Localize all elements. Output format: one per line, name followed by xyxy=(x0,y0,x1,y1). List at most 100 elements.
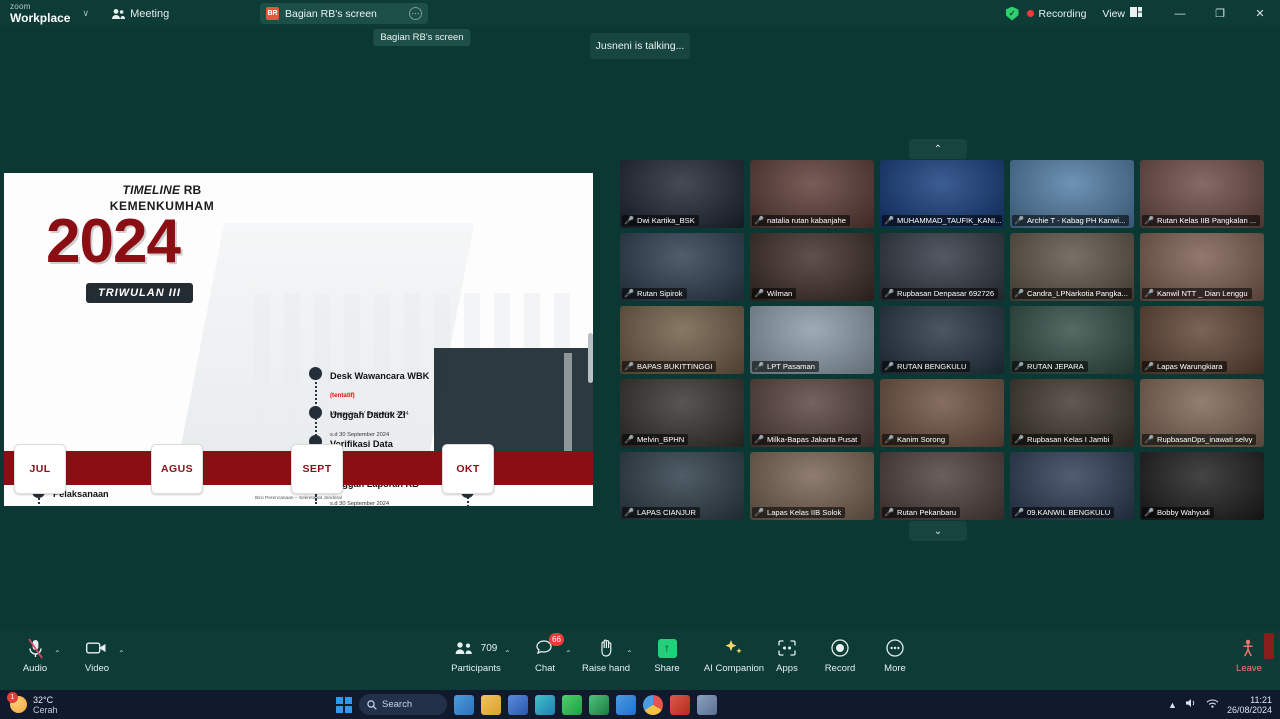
record-button[interactable]: Record xyxy=(813,637,867,674)
taskbar-app-explorer-icon[interactable] xyxy=(481,694,501,715)
participant-tile[interactable]: 🎤 Lapas Kelas IIB Solok xyxy=(750,452,874,520)
chat-button[interactable]: 66 Chat xyxy=(518,633,572,674)
maximize-button[interactable]: ❐ xyxy=(1200,0,1240,27)
participants-button[interactable]: 709 Participants xyxy=(444,637,508,674)
share-screen-button[interactable]: ↑ Share xyxy=(640,637,694,674)
participant-tile[interactable]: 🎤 Wilman xyxy=(750,233,874,301)
month-label-jul: JUL xyxy=(14,444,66,494)
participant-name-text: Melvin_BPHN xyxy=(636,435,685,444)
participant-name-text: Dwi Kartika_BSK xyxy=(636,216,695,225)
windows-start-icon[interactable] xyxy=(336,696,352,713)
timeline-item: Verifikasi Data Dukung RKT RB 1-8 Septem… xyxy=(309,505,401,506)
participant-name-label: 🎤 Wilman xyxy=(752,288,797,299)
chat-unread-badge: 66 xyxy=(549,633,564,646)
gallery-scroll-down-button[interactable]: ⌄ xyxy=(909,521,967,541)
taskbar-weather-widget[interactable]: 1 32°C Cerah xyxy=(7,692,58,715)
taskbar-app-word-icon[interactable] xyxy=(508,694,528,715)
participant-tile[interactable]: 🎤 LPT Pasaman xyxy=(750,306,874,374)
participant-tile[interactable]: 🎤 Dwi Kartika_BSK xyxy=(620,160,744,228)
camera-icon xyxy=(70,637,124,659)
taskbar-app-folder-icon[interactable] xyxy=(697,694,717,715)
mic-muted-icon: 🎤 xyxy=(1144,508,1154,517)
share-label: Share xyxy=(654,663,680,674)
workplace-dropdown-icon[interactable]: ∨ xyxy=(82,8,89,19)
weather-notification-badge: 1 xyxy=(7,692,18,703)
security-shield-icon[interactable]: ✓ xyxy=(1005,6,1019,21)
active-speaker-toast: Jusneni is talking... xyxy=(590,33,690,59)
participant-tile[interactable]: 🎤 Kanim Sorong xyxy=(880,379,1004,447)
participant-tile[interactable]: 🎤 Rutan Kelas IIB Pangkalan ... xyxy=(1140,160,1264,228)
share-more-icon[interactable]: ⋯ xyxy=(409,7,422,20)
taskbar-clock[interactable]: 11:21 26/08/2024 xyxy=(1227,695,1272,715)
minimize-button[interactable]: — xyxy=(1160,0,1200,27)
participant-tile[interactable]: 🎤 09.KANWIL BENGKULU xyxy=(1010,452,1134,520)
leave-label: Leave xyxy=(1236,663,1262,674)
tray-chevron-icon[interactable]: ▲ xyxy=(1168,700,1177,710)
participant-tile[interactable]: 🎤 RUTAN JEPARA xyxy=(1010,306,1134,374)
taskbar-app-excel-icon[interactable] xyxy=(589,694,609,715)
participants-count: 709 xyxy=(480,642,498,654)
ai-companion-button[interactable]: AI Companion xyxy=(700,637,768,674)
taskbar-app-chrome-icon[interactable] xyxy=(643,694,663,715)
timeline-dot-icon xyxy=(309,367,322,380)
taskbar-app-pdf-icon[interactable] xyxy=(670,694,690,715)
participant-tile[interactable]: 🎤 Rutan Sipirok xyxy=(620,233,744,301)
taskbar-app-widgets-icon[interactable] xyxy=(454,694,474,715)
taskbar-search-box[interactable]: Search xyxy=(359,694,447,715)
mic-muted-icon: 🎤 xyxy=(624,508,634,517)
shared-screen-content[interactable]: TIMELINE RB KEMENKUMHAM 2024 TRIWULAN II… xyxy=(4,173,593,506)
taskbar-app-zoom-icon[interactable] xyxy=(616,694,636,715)
recording-indicator[interactable]: Recording xyxy=(1026,8,1086,20)
gallery-scroll-up-button[interactable]: ⌃ xyxy=(909,139,967,159)
chat-icon: 66 xyxy=(518,633,572,659)
mic-muted-icon: 🎤 xyxy=(754,508,764,517)
chat-options-caret-icon[interactable]: ⌃ xyxy=(565,649,572,658)
participant-tile[interactable]: 🎤 Melvin_BPHN xyxy=(620,379,744,447)
meeting-toolbar: Audio ⌃ Video ⌃ 709 Participants ⌃ 66 Ch… xyxy=(0,629,1280,690)
participant-tile[interactable]: 🎤 Candra_LPNarkotia Pangka... xyxy=(1010,233,1134,301)
apps-button[interactable]: Apps xyxy=(760,637,814,674)
participant-tile[interactable]: 🎤 RUTAN BENGKULU xyxy=(880,306,1004,374)
taskbar-app-whatsapp-icon[interactable] xyxy=(562,694,582,715)
participants-options-caret-icon[interactable]: ⌃ xyxy=(504,649,511,658)
participant-name-text: MUHAMMAD_TAUFIK_KANI... xyxy=(896,216,1002,225)
more-button[interactable]: More xyxy=(868,637,922,674)
participant-tile[interactable]: 🎤 Rupbasan Denpasar 692726 xyxy=(880,233,1004,301)
shared-screen-scrollbar[interactable] xyxy=(588,333,593,383)
video-options-caret-icon[interactable]: ⌃ xyxy=(118,649,125,658)
view-button[interactable]: View xyxy=(1102,7,1142,20)
participant-tile[interactable]: 🎤 LAPAS CIANJUR xyxy=(620,452,744,520)
participant-tile[interactable]: 🎤 RupbasanDps_inawati selvy xyxy=(1140,379,1264,447)
slide-footer-credit: Biro Perencanaan – Sekretariat Jenderal xyxy=(255,496,342,501)
meeting-tab-label: Meeting xyxy=(130,7,170,20)
tray-volume-icon[interactable] xyxy=(1185,696,1198,714)
participant-tile[interactable]: 🎤 Archie T - Kabag PH Kanwi... xyxy=(1010,160,1134,228)
mic-muted-icon: 🎤 xyxy=(884,435,894,444)
participant-name-text: 09.KANWIL BENGKULU xyxy=(1026,508,1111,517)
participant-tile[interactable]: 🎤 Rutan Pekanbaru xyxy=(880,452,1004,520)
tray-network-icon[interactable] xyxy=(1206,696,1219,714)
participant-name-label: 🎤 LAPAS CIANJUR xyxy=(622,507,700,518)
participant-tile[interactable]: 🎤 Rupbasan Kelas I Jambi xyxy=(1010,379,1134,447)
record-icon xyxy=(813,637,867,659)
participant-tile[interactable]: 🎤 Bobby Wahyudi xyxy=(1140,452,1264,520)
audio-options-caret-icon[interactable]: ⌃ xyxy=(54,649,61,658)
participant-name-label: 🎤 Archie T - Kabag PH Kanwi... xyxy=(1012,215,1130,226)
meeting-tab[interactable]: Meeting xyxy=(111,8,169,20)
taskbar-app-edge-icon[interactable] xyxy=(535,694,555,715)
participant-tile[interactable]: 🎤 MUHAMMAD_TAUFIK_KANI... xyxy=(880,160,1004,228)
raise-hand-options-caret-icon[interactable]: ⌃ xyxy=(626,649,633,658)
video-button[interactable]: Video xyxy=(70,637,124,674)
participant-tile[interactable]: 🎤 Milka-Bapas Jakarta Pusat xyxy=(750,379,874,447)
mic-muted-icon: 🎤 xyxy=(624,435,634,444)
mic-muted-icon: 🎤 xyxy=(1014,508,1024,517)
participant-tile[interactable]: 🎤 BAPAS BUKITTINGGI xyxy=(620,306,744,374)
shared-screen-indicator[interactable]: BR Bagian RB's screen ⋯ xyxy=(260,3,428,24)
participant-name-label: 🎤 Rutan Kelas IIB Pangkalan ... xyxy=(1142,215,1261,226)
close-button[interactable]: ✕ xyxy=(1240,0,1280,27)
timeline-dot-icon xyxy=(309,406,322,419)
ai-companion-label: AI Companion xyxy=(703,663,765,674)
participant-tile[interactable]: 🎤 Kanwil NTT _ Dian Lenggu xyxy=(1140,233,1264,301)
participant-tile[interactable]: 🎤 natalia rutan kabanjahe xyxy=(750,160,874,228)
participant-tile[interactable]: 🎤 Lapas Warungkiara xyxy=(1140,306,1264,374)
